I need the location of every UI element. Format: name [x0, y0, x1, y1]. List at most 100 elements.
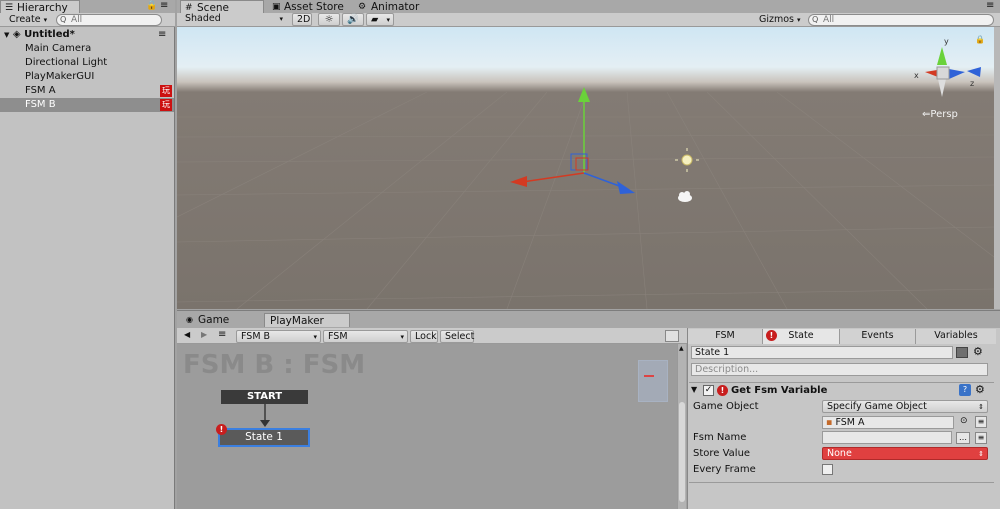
- select-button-label: Select: [445, 331, 475, 342]
- fsm-a-object-value: FSM A: [835, 417, 865, 428]
- lighting-toggle-button[interactable]: ☼: [318, 13, 340, 26]
- error-icon: !: [766, 330, 777, 341]
- tab-hierarchy[interactable]: ☰ Hierarchy: [0, 0, 80, 14]
- inspector-tab-fsm[interactable]: FSM: [688, 329, 763, 344]
- graph-title: FSM B : FSM: [183, 350, 366, 380]
- collapse-arrow-icon[interactable]: ▼: [691, 385, 697, 394]
- hierarchy-item-playmakergui[interactable]: PlayMakerGUI: [0, 70, 174, 84]
- hierarchy-item-fsm-b[interactable]: FSM B 玩: [0, 98, 174, 112]
- chevron-down-icon: ▾: [797, 16, 801, 24]
- gizmo-axis-y-label: y: [944, 37, 949, 46]
- hierarchy-item-label: FSM B: [25, 99, 56, 110]
- action-header[interactable]: ▼ ✓ ! Get Fsm Variable ? ⚙: [689, 382, 994, 398]
- minimap-state-marker: [644, 375, 654, 377]
- gizmo-axis-z-label: z: [970, 79, 975, 88]
- state-node[interactable]: State 1: [218, 428, 310, 447]
- shading-mode-value: Shaded: [185, 13, 221, 24]
- lock-icon[interactable]: 🔒: [146, 1, 157, 11]
- fsm-a-object-field[interactable]: ▪ FSM A: [822, 416, 954, 429]
- tab-asset-store[interactable]: ▣ Asset Store: [268, 0, 350, 14]
- toggle-2d-button[interactable]: 2D: [292, 13, 312, 26]
- select-button[interactable]: Select: [440, 330, 474, 343]
- hierarchy-item-directional-light[interactable]: Directional Light: [0, 56, 174, 70]
- gizmo-lock-icon[interactable]: 🔒: [975, 35, 985, 44]
- scene-panel-menu-icon[interactable]: ≡: [986, 0, 994, 11]
- state-name-value: State 1: [695, 347, 730, 358]
- tab-game[interactable]: ◉ Game: [182, 313, 258, 327]
- inspector-tab-events[interactable]: Events: [840, 329, 916, 344]
- lock-button[interactable]: Lock: [410, 330, 438, 343]
- create-label: Create: [9, 14, 41, 25]
- tab-scene[interactable]: # Scene: [180, 0, 264, 14]
- fsm-select-value: FSM: [328, 331, 348, 342]
- scene-root-row[interactable]: ▼ ◈ Untitled* ≡: [0, 28, 175, 42]
- inspector-tab-events-label: Events: [861, 330, 894, 341]
- expand-arrow-icon[interactable]: ▼: [4, 31, 9, 39]
- scene-grid: [177, 47, 994, 309]
- effects-toggle-button[interactable]: ▰ ▾: [366, 13, 394, 26]
- scroll-up-icon[interactable]: ▲: [679, 345, 684, 352]
- object-select-dropdown[interactable]: FSM B ▾: [236, 330, 321, 343]
- scene-menu-icon[interactable]: ≡: [158, 28, 166, 42]
- panel-menu-icon[interactable]: ≡: [160, 0, 168, 11]
- hierarchy-item-label: Main Camera: [25, 43, 92, 54]
- chevron-down-icon: ▾: [386, 16, 390, 24]
- inspector-tab-state[interactable]: ! State: [763, 329, 840, 344]
- chevron-updown-icon: ⇕: [978, 450, 984, 458]
- scene-scrollbar[interactable]: [994, 27, 1000, 309]
- fsm-name-browse-button[interactable]: …: [956, 432, 970, 444]
- fsm-graph-view[interactable]: FSM B : FSM START State 1 !: [177, 344, 677, 509]
- animator-icon: ⚙: [358, 2, 367, 12]
- start-node[interactable]: START: [221, 390, 308, 404]
- gear-icon[interactable]: ⚙: [975, 383, 985, 396]
- description-field[interactable]: Description...: [691, 363, 988, 376]
- field-menu-button[interactable]: ≡: [975, 432, 987, 444]
- fsm-list-icon[interactable]: ≡: [218, 329, 226, 340]
- gizmos-label: Gizmos: [759, 14, 795, 25]
- audio-toggle-button[interactable]: 🔊: [342, 13, 364, 26]
- graph-minimap[interactable]: [638, 360, 668, 402]
- game-object-dropdown[interactable]: Specify Game Object ⇕: [822, 400, 988, 413]
- game-object-value: Specify Game Object: [827, 401, 927, 412]
- search-icon: Q: [60, 15, 67, 24]
- chevron-down-icon: ▾: [43, 16, 48, 24]
- speaker-icon: 🔊: [347, 14, 359, 25]
- persp-label[interactable]: ⇐Persp: [922, 109, 958, 120]
- shading-mode-dropdown[interactable]: Shaded ▾: [181, 13, 286, 26]
- graph-minimap-toggle[interactable]: [665, 330, 679, 342]
- graph-scrollbar[interactable]: ▲: [677, 344, 686, 509]
- action-enabled-checkbox[interactable]: ✓: [703, 385, 714, 396]
- tab-animator[interactable]: ⚙ Animator: [355, 0, 425, 14]
- gizmo-axis-x-label: x: [914, 71, 919, 80]
- gizmos-dropdown[interactable]: Gizmos ▾: [759, 14, 801, 26]
- tab-playmaker[interactable]: PlayMaker: [264, 313, 350, 327]
- inspector-tab-variables[interactable]: Variables: [916, 329, 996, 344]
- scene-viewport[interactable]: y x z 🔒 ⇐Persp: [177, 27, 994, 309]
- every-frame-checkbox[interactable]: [822, 464, 833, 475]
- object-picker-icon[interactable]: ⊙: [960, 416, 968, 426]
- state-name-field[interactable]: State 1: [691, 346, 953, 359]
- store-value-value: None: [827, 448, 852, 459]
- image-icon: ▰: [371, 14, 379, 25]
- scene-search-input[interactable]: Q All: [808, 14, 994, 26]
- help-icon[interactable]: ?: [959, 384, 971, 396]
- lock-button-label: Lock: [415, 331, 437, 342]
- create-dropdown[interactable]: Create ▾: [9, 14, 47, 26]
- state-color-swatch[interactable]: [956, 347, 968, 358]
- scrollbar-thumb[interactable]: [679, 402, 685, 502]
- state-node-label: State 1: [245, 431, 283, 443]
- hierarchy-item-fsm-a[interactable]: FSM A 玩: [0, 84, 174, 98]
- fsm-name-field[interactable]: [822, 431, 952, 444]
- store-value-dropdown[interactable]: None ⇕: [822, 447, 988, 460]
- playmaker-badge-icon: 玩: [160, 99, 172, 111]
- hierarchy-item-main-camera[interactable]: Main Camera: [0, 42, 174, 56]
- hierarchy-search-input[interactable]: Q All: [56, 14, 162, 26]
- back-button[interactable]: ◀: [184, 330, 190, 339]
- field-menu-button[interactable]: ≡: [975, 416, 987, 428]
- fsm-select-dropdown[interactable]: FSM ▾: [323, 330, 408, 343]
- fsm-name-label: Fsm Name: [693, 432, 747, 443]
- game-tab-icon: ◉: [186, 315, 193, 324]
- forward-button[interactable]: ▶: [201, 330, 207, 339]
- gear-icon[interactable]: ⚙: [973, 345, 983, 358]
- sun-icon: ☼: [324, 14, 334, 25]
